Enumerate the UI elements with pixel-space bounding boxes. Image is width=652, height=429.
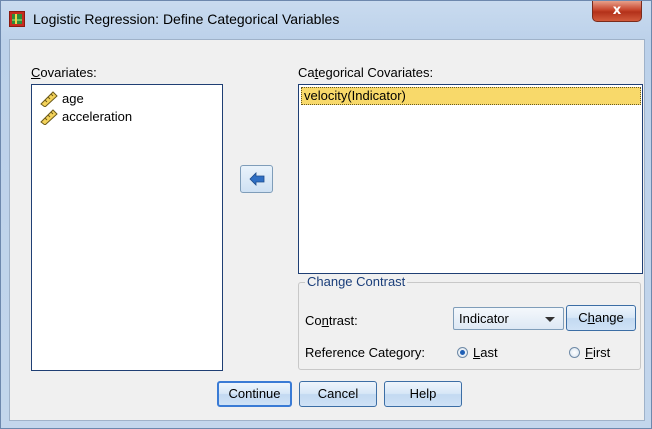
categorical-covariates-label: Categorical Covariates:: [298, 65, 434, 80]
cancel-button[interactable]: Cancel: [299, 381, 377, 407]
scale-ruler-icon: [40, 109, 58, 125]
dialog-window: Logistic Regression: Define Categorical …: [0, 0, 652, 429]
first-radio-label[interactable]: First: [585, 345, 610, 360]
last-radio[interactable]: [457, 347, 468, 358]
window-title: Logistic Regression: Define Categorical …: [33, 11, 340, 27]
change-button[interactable]: Change: [566, 305, 636, 331]
item-label: age: [62, 91, 84, 106]
left-arrow-icon: [249, 172, 265, 186]
categorical-covariates-list[interactable]: velocity(Indicator): [298, 84, 643, 274]
title-bar: Logistic Regression: Define Categorical …: [1, 1, 651, 39]
last-radio-label[interactable]: Last: [473, 345, 498, 360]
move-variable-button[interactable]: [240, 165, 273, 193]
close-button[interactable]: x: [592, 1, 642, 22]
dialog-body: Covariates: age acceleration Categorical…: [9, 39, 645, 421]
reference-category-label: Reference Category:: [305, 345, 425, 360]
contrast-label: Contrast:: [305, 313, 358, 328]
list-item-velocity[interactable]: velocity(Indicator): [301, 87, 641, 105]
chevron-down-icon: [545, 317, 555, 322]
covariates-list[interactable]: age acceleration: [31, 84, 223, 371]
scale-ruler-icon: [40, 91, 58, 107]
contrast-value: Indicator: [459, 311, 509, 326]
first-radio[interactable]: [569, 347, 580, 358]
covariates-label: Covariates:: [31, 65, 97, 80]
contrast-dropdown[interactable]: Indicator: [453, 307, 564, 330]
help-button[interactable]: Help: [384, 381, 462, 407]
spss-app-icon: [9, 11, 25, 27]
change-contrast-title: Change Contrast: [305, 274, 408, 289]
continue-button[interactable]: Continue: [217, 381, 292, 407]
item-label: acceleration: [62, 109, 133, 124]
